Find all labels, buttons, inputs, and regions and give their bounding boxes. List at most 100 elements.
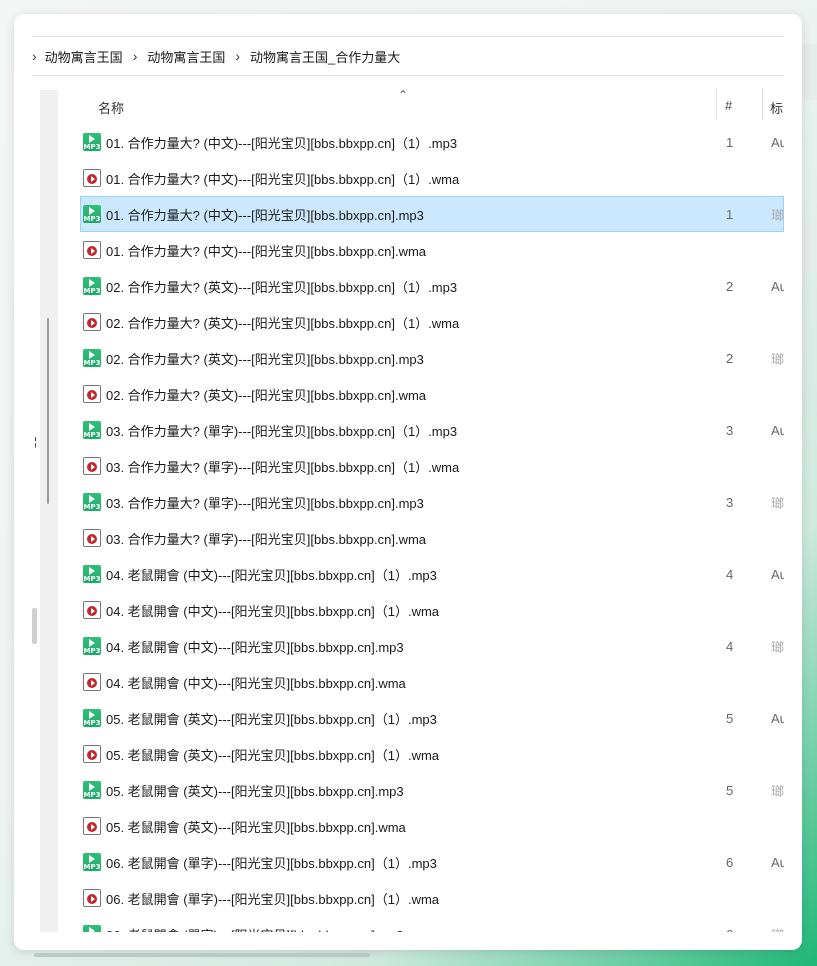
track-title: 瑯 bbox=[771, 351, 784, 367]
mp3-icon-label: MP3 bbox=[83, 719, 101, 727]
file-name: 01. 合作力量大? (中文)---[阳光宝贝][bbs.bbxpp.cn].w… bbox=[106, 243, 427, 259]
media-play-icon bbox=[87, 750, 97, 760]
breadcrumb-item[interactable]: 动物寓言王国 bbox=[45, 47, 123, 66]
file-name: 01. 合作力量大? (中文)---[阳光宝贝][bbs.bbxpp.cn]（1… bbox=[106, 135, 458, 151]
wma-file-icon bbox=[83, 673, 101, 691]
file-name: 04. 老鼠開會 (中文)---[阳光宝贝][bbs.bbxpp.cn].mp3 bbox=[106, 639, 404, 655]
file-name: 04. 老鼠開會 (中文)---[阳光宝贝][bbs.bbxpp.cn]（1）.… bbox=[106, 603, 440, 619]
file-row[interactable]: MP3 02. 合作力量大? (英文)---[阳光宝贝][bbs.bbxpp.cn… bbox=[80, 268, 784, 304]
media-play-icon bbox=[87, 246, 97, 256]
file-row[interactable]: MP3 03. 合作力量大? (單字)---[阳光宝贝][bbs.bbxpp.cn… bbox=[80, 484, 784, 520]
mp3-icon-label: MP3 bbox=[83, 431, 101, 439]
play-icon bbox=[89, 639, 95, 647]
track-number: 5 bbox=[726, 782, 734, 798]
file-name: 03. 合作力量大? (單字)---[阳光宝贝][bbs.bbxpp.cn]（1… bbox=[106, 459, 460, 475]
file-name: 02. 合作力量大? (英文)---[阳光宝贝][bbs.bbxpp.cn]（1… bbox=[106, 315, 460, 331]
file-row[interactable]: 06. 老鼠開會 (單字)---[阳光宝贝][bbs.bbxpp.cn]（1）.… bbox=[80, 880, 784, 916]
play-icon bbox=[89, 135, 95, 143]
play-icon bbox=[89, 711, 95, 719]
pane-marker: ¦ bbox=[34, 436, 37, 448]
file-row[interactable]: 05. 老鼠開會 (英文)---[阳光宝贝][bbs.bbxpp.cn].wma bbox=[80, 808, 784, 844]
file-row[interactable]: 04. 老鼠開會 (中文)---[阳光宝贝][bbs.bbxpp.cn].wma bbox=[80, 664, 784, 700]
track-number: 4 bbox=[726, 638, 734, 654]
file-row[interactable]: 01. 合作力量大? (中文)---[阳光宝贝][bbs.bbxpp.cn].w… bbox=[80, 232, 784, 268]
column-divider[interactable] bbox=[716, 88, 717, 120]
play-icon bbox=[89, 351, 95, 359]
play-icon bbox=[89, 567, 95, 575]
column-header-name[interactable]: 名称 bbox=[98, 98, 124, 117]
media-play-icon bbox=[87, 822, 97, 832]
sort-ascending-icon: ⌃ bbox=[398, 88, 409, 102]
mp3-file-icon: MP3 bbox=[83, 781, 101, 799]
track-title: 瑯 bbox=[771, 925, 784, 933]
wma-file-icon bbox=[83, 385, 101, 403]
file-row[interactable]: MP3 06. 老鼠開會 (單字)---[阳光宝贝][bbs.bbxpp.cn]（… bbox=[80, 844, 784, 880]
track-title: 瑯 bbox=[771, 639, 784, 655]
column-header-number[interactable]: # bbox=[725, 98, 732, 113]
track-title: Au bbox=[771, 422, 784, 438]
file-name: 05. 老鼠開會 (英文)---[阳光宝贝][bbs.bbxpp.cn].mp3 bbox=[106, 783, 404, 799]
track-title: Au bbox=[771, 710, 784, 726]
file-row[interactable]: 01. 合作力量大? (中文)---[阳光宝贝][bbs.bbxpp.cn]（1… bbox=[80, 160, 784, 196]
mp3-file-icon: MP3 bbox=[83, 493, 101, 511]
media-play-icon bbox=[87, 894, 97, 904]
file-name: 03. 合作力量大? (單字)---[阳光宝贝][bbs.bbxpp.cn].w… bbox=[106, 531, 427, 547]
breadcrumb-chevron-icon[interactable]: › bbox=[133, 48, 138, 64]
file-name: 05. 老鼠開會 (英文)---[阳光宝贝][bbs.bbxpp.cn]（1）.… bbox=[106, 747, 440, 763]
track-title: Au bbox=[771, 278, 784, 294]
file-row[interactable]: 04. 老鼠開會 (中文)---[阳光宝贝][bbs.bbxpp.cn]（1）.… bbox=[80, 592, 784, 628]
file-row[interactable]: 03. 合作力量大? (單字)---[阳光宝贝][bbs.bbxpp.cn].w… bbox=[80, 520, 784, 556]
mp3-file-icon: MP3 bbox=[83, 565, 101, 583]
mp3-file-icon: MP3 bbox=[83, 277, 101, 295]
track-number: 1 bbox=[726, 134, 734, 150]
media-play-icon bbox=[87, 534, 97, 544]
breadcrumb-item[interactable]: 动物寓言王国 bbox=[147, 47, 225, 66]
breadcrumb-chevron-icon[interactable]: › bbox=[32, 48, 37, 64]
pane-resize-handle[interactable] bbox=[32, 608, 37, 644]
track-title: Au bbox=[771, 134, 784, 150]
column-divider[interactable] bbox=[762, 88, 763, 120]
file-row[interactable]: 02. 合作力量大? (英文)---[阳光宝贝][bbs.bbxpp.cn]（1… bbox=[80, 304, 784, 340]
column-header-title[interactable]: 标 bbox=[770, 98, 784, 117]
file-name: 01. 合作力量大? (中文)---[阳光宝贝][bbs.bbxpp.cn].m… bbox=[106, 207, 424, 223]
file-name: 02. 合作力量大? (英文)---[阳光宝贝][bbs.bbxpp.cn].m… bbox=[106, 351, 424, 367]
play-icon bbox=[89, 927, 95, 932]
file-row[interactable]: MP3 04. 老鼠開會 (中文)---[阳光宝贝][bbs.bbxpp.cn].… bbox=[80, 628, 784, 664]
file-row[interactable]: MP3 05. 老鼠開會 (英文)---[阳光宝贝][bbs.bbxpp.cn].… bbox=[80, 772, 784, 808]
file-row[interactable]: MP3 03. 合作力量大? (單字)---[阳光宝贝][bbs.bbxpp.cn… bbox=[80, 412, 784, 448]
navigation-scrollbar[interactable] bbox=[40, 90, 58, 932]
mp3-icon-label: MP3 bbox=[83, 791, 101, 799]
file-row[interactable]: 05. 老鼠開會 (英文)---[阳光宝贝][bbs.bbxpp.cn]（1）.… bbox=[80, 736, 784, 772]
navigation-scrollbar-thumb[interactable] bbox=[47, 318, 49, 504]
horizontal-scrollbar[interactable] bbox=[34, 953, 370, 957]
file-row[interactable]: 03. 合作力量大? (單字)---[阳光宝贝][bbs.bbxpp.cn]（1… bbox=[80, 448, 784, 484]
mp3-icon-label: MP3 bbox=[83, 575, 101, 583]
file-name: 06. 老鼠開會 (單字)---[阳光宝贝][bbs.bbxpp.cn].mp3 bbox=[106, 925, 404, 933]
breadcrumb-item-current[interactable]: 动物寓言王国_合作力量大 bbox=[250, 47, 400, 66]
play-icon bbox=[89, 855, 95, 863]
mp3-icon-label: MP3 bbox=[83, 143, 101, 151]
play-icon bbox=[89, 207, 95, 215]
file-row[interactable]: MP3 06. 老鼠開會 (單字)---[阳光宝贝][bbs.bbxpp.cn].… bbox=[80, 916, 784, 932]
mp3-icon-label: MP3 bbox=[83, 503, 101, 511]
file-name: 04. 老鼠開會 (中文)---[阳光宝贝][bbs.bbxpp.cn].wma bbox=[106, 675, 406, 691]
file-row[interactable]: MP3 01. 合作力量大? (中文)---[阳光宝贝][bbs.bbxpp.cn… bbox=[80, 196, 784, 232]
media-play-icon bbox=[87, 174, 97, 184]
file-row[interactable]: MP3 04. 老鼠開會 (中文)---[阳光宝贝][bbs.bbxpp.cn]（… bbox=[80, 556, 784, 592]
file-row[interactable]: 02. 合作力量大? (英文)---[阳光宝贝][bbs.bbxpp.cn].w… bbox=[80, 376, 784, 412]
file-row[interactable]: MP3 01. 合作力量大? (中文)---[阳光宝贝][bbs.bbxpp.cn… bbox=[80, 124, 784, 160]
wma-file-icon bbox=[83, 889, 101, 907]
file-name: 03. 合作力量大? (單字)---[阳光宝贝][bbs.bbxpp.cn]（1… bbox=[106, 423, 458, 439]
navigation-pane bbox=[14, 74, 40, 950]
breadcrumb-chevron-icon[interactable]: › bbox=[235, 48, 240, 64]
file-row[interactable]: MP3 05. 老鼠開會 (英文)---[阳光宝贝][bbs.bbxpp.cn]（… bbox=[80, 700, 784, 736]
media-play-icon bbox=[87, 606, 97, 616]
play-icon bbox=[89, 783, 95, 791]
track-number: 6 bbox=[726, 854, 734, 870]
file-name: 05. 老鼠開會 (英文)---[阳光宝贝][bbs.bbxpp.cn]（1）.… bbox=[106, 711, 437, 727]
track-number: 1 bbox=[726, 206, 734, 222]
file-explorer-window: › 动物寓言王国 › 动物寓言王国 › 动物寓言王国_合作力量大 ¦ ⌃ 名称 … bbox=[14, 14, 802, 950]
file-row[interactable]: MP3 02. 合作力量大? (英文)---[阳光宝贝][bbs.bbxpp.cn… bbox=[80, 340, 784, 376]
wma-file-icon bbox=[83, 529, 101, 547]
track-number: 3 bbox=[726, 494, 734, 510]
